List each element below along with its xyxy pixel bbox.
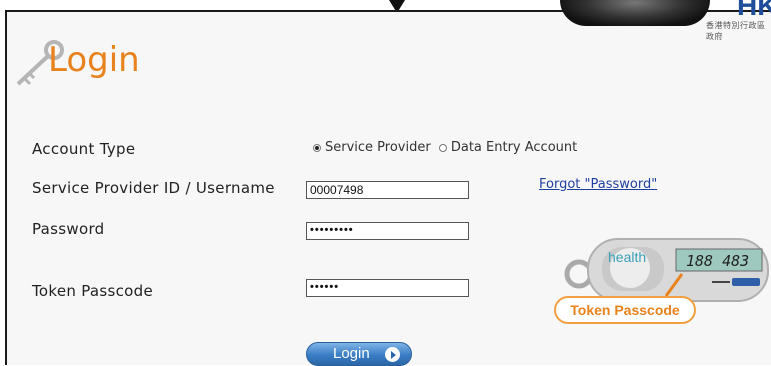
token-brand-text: health (608, 249, 646, 265)
login-button[interactable]: Login (306, 342, 412, 366)
forgot-password-link[interactable]: Forgot "Password" (539, 177, 657, 192)
data-entry-account-radio[interactable] (438, 143, 447, 152)
token-display-text: 188 483 (686, 252, 749, 270)
username-field[interactable]: 00007498 (306, 181, 469, 199)
account-type-label: Account Type (32, 140, 136, 158)
brand-logo-text: HKG (737, 0, 771, 21)
username-label: Service Provider ID / Username (32, 179, 275, 197)
token-passcode-label: Token Passcode (32, 282, 154, 300)
brand-subtitle: 香港特別行政區政府 (706, 21, 766, 41)
service-provider-radio-label[interactable]: Service Provider (325, 140, 431, 155)
password-field[interactable]: ••••••••• (306, 222, 469, 240)
page-title: Login (48, 40, 140, 80)
data-entry-account-radio-label[interactable]: Data Entry Account (451, 140, 577, 155)
account-type-radio-group: Service Provider Data Entry Account (313, 140, 577, 155)
login-button-label: Login (333, 345, 370, 362)
brand-emblem (560, 0, 710, 26)
arrow-right-icon (385, 347, 400, 362)
token-passcode-field[interactable]: •••••• (306, 279, 469, 297)
service-provider-radio[interactable] (313, 143, 321, 152)
token-passcode-callout: Token Passcode (554, 296, 696, 324)
password-label: Password (32, 220, 105, 238)
